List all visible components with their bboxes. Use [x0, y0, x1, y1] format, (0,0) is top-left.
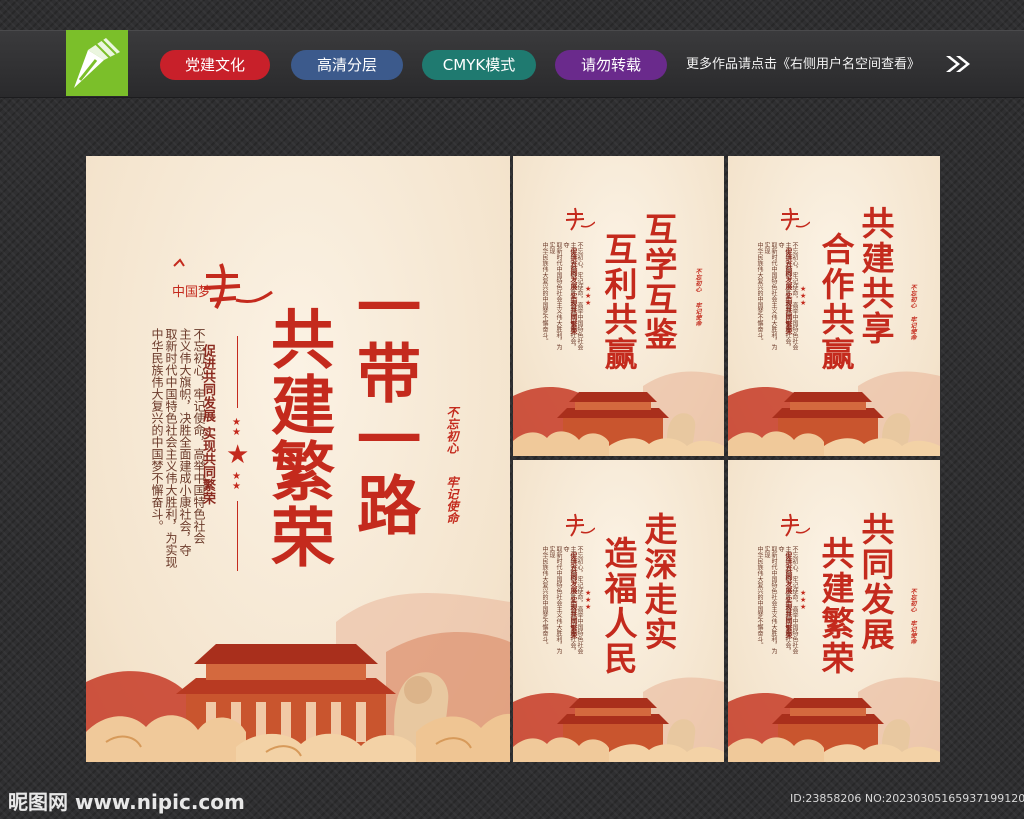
main-title-col2: 共建繁荣 [260, 306, 335, 570]
badge-keep-mission: 牢记使命 [909, 620, 916, 644]
body-line: 中华民族伟大复兴的中国梦不懈奋斗。 [756, 242, 763, 344]
small-title-col1: 共建共享 [856, 206, 895, 346]
body-line: 中华民族伟大复兴的中国梦不懈奋斗。 [541, 242, 548, 344]
small-title-col2: 合作共赢 [816, 232, 855, 372]
body-line: 中华民族伟大复兴的中国梦不懈奋斗。 [541, 546, 548, 648]
small-title-col2: 造福人民 [599, 536, 638, 676]
badge-remember-origin: 不忘初心 [694, 268, 701, 292]
body-line: 取新时代中国特色社会主义伟大胜利，为实现 [548, 546, 562, 654]
body-line: 取新时代中国特色社会主义伟大胜利，为实现 [164, 328, 178, 568]
pen-nib-icon [74, 38, 120, 88]
site-logo[interactable] [66, 30, 128, 96]
tag-party-culture[interactable]: 党建文化 [160, 50, 270, 80]
star-icon: ★ ★ ★ [800, 589, 807, 611]
badge-remember-origin: 不忘初心 [909, 588, 916, 612]
tag-hd-layered[interactable]: 高清分层 [291, 50, 403, 80]
china-dream-logo [565, 513, 595, 537]
star-icon: ★ [226, 440, 250, 470]
small-star-icon: ★ ★ [232, 471, 241, 492]
badge-keep-mission: 牢记使命 [445, 476, 459, 524]
tag-label: 请勿转载 [580, 56, 641, 74]
small-title-col2: 共建繁荣 [816, 536, 855, 676]
image-id-label: ID:23858206 NO:20230305165937199120 [790, 792, 1024, 805]
divider-line [237, 336, 238, 408]
body-line: 取新时代中国特色社会主义伟大胜利，为实现 [763, 242, 777, 350]
small-star-icon: ★ ★ [232, 417, 241, 438]
small-poster-4: 不忘初心，牢记使命，高举中国特色社会 主义伟大旗帜，决胜全面建成小康社会，夺 取… [728, 460, 940, 762]
star-icon: ★ ★ ★ [585, 285, 592, 307]
main-title-col1: 一带一路 [346, 274, 421, 538]
small-subtitle: 促进共同发展 实现共同繁荣 [570, 552, 579, 639]
nipic-watermark[interactable]: 昵图网 www.nipic.com [8, 786, 245, 815]
body-line: 取新时代中国特色社会主义伟大胜利，为实现 [763, 546, 777, 654]
small-poster-2: 不忘初心，牢记使命，高举中国特色社会 主义伟大旗帜，决胜全面建成小康社会，夺 取… [728, 156, 940, 456]
small-subtitle: 促进共同发展 实现共同繁荣 [785, 552, 794, 639]
star-icon: ★ ★ ★ [585, 589, 592, 611]
body-line: 中华民族伟大复兴的中国梦不懈奋斗。 [150, 328, 164, 532]
main-poster: 中国梦 不忘初心，牢记使命，高举中国特色社会 主义伟大旗帜，决胜全面建成小康社会… [86, 156, 510, 762]
main-subtitle: 促进共同发展 实现共同繁荣 [200, 344, 215, 505]
china-dream-logo [780, 207, 810, 231]
palace-clouds-illustration [728, 677, 940, 762]
china-dream-logo [780, 513, 810, 537]
small-title-col2: 互利共赢 [599, 232, 638, 372]
small-title-col1: 走深走实 [639, 512, 678, 652]
tag-label: 党建文化 [184, 56, 245, 74]
tag-no-repost[interactable]: 请勿转载 [555, 50, 667, 80]
divider-line [237, 501, 238, 571]
star-icon: ★ ★ ★ [800, 285, 807, 307]
tag-cmyk-mode[interactable]: CMYK模式 [422, 50, 536, 80]
badge-remember-origin: 不忘初心 [445, 406, 459, 454]
badge-remember-origin: 不忘初心 [909, 284, 916, 308]
badge-keep-mission: 牢记使命 [694, 302, 701, 326]
small-subtitle: 促进共同发展 实现共同繁荣 [570, 248, 579, 335]
more-works-notice[interactable]: 更多作品请点击《右侧用户名空间查看》 [686, 52, 946, 78]
palace-clouds-illustration [513, 677, 724, 762]
small-title-col1: 共同发展 [856, 512, 895, 652]
small-poster-3: 不忘初心，牢记使命，高举中国特色社会 主义伟大旗帜，决胜全面建成小康社会，夺 取… [513, 460, 724, 762]
badge-keep-mission: 牢记使命 [909, 316, 916, 340]
tag-label: CMYK模式 [442, 56, 516, 74]
body-line: 中华民族伟大复兴的中国梦不懈奋斗。 [756, 546, 763, 648]
small-poster-1: 不忘初心，牢记使命，高举中国特色社会 主义伟大旗帜，决胜全面建成小康社会，夺 取… [513, 156, 724, 456]
body-line: 取新时代中国特色社会主义伟大胜利，为实现 [548, 242, 562, 350]
small-subtitle: 促进共同发展 实现共同繁荣 [785, 248, 794, 335]
china-dream-logo [565, 207, 595, 231]
tag-label: 高清分层 [316, 56, 377, 74]
logo-glyphs: 中国梦 [172, 285, 211, 300]
small-title-col1: 互学互鉴 [639, 212, 678, 352]
double-chevron-right-icon[interactable] [944, 54, 972, 74]
body-line: 主义伟大旗帜，决胜全面建成小康社会，夺 [178, 328, 192, 556]
